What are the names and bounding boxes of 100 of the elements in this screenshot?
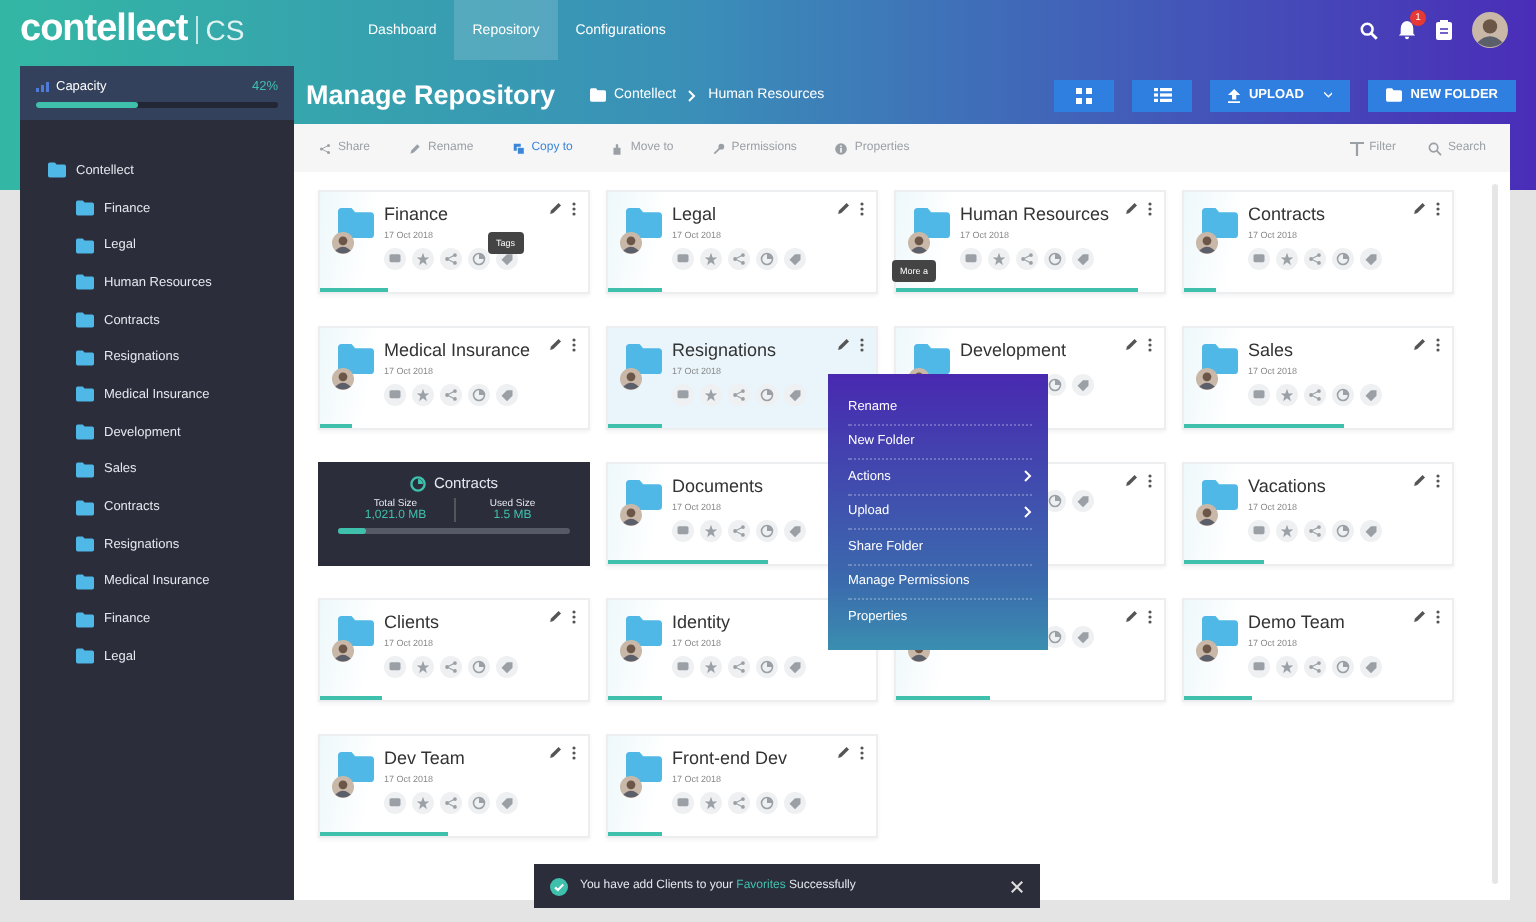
check-icon [550, 877, 568, 895]
pencil-icon[interactable] [1414, 610, 1426, 622]
share-icon[interactable] [440, 656, 462, 678]
share-icon[interactable] [1016, 248, 1038, 270]
avatar-icon [1196, 368, 1218, 390]
folder-name: Sales [1248, 340, 1296, 360]
page-title: Manage Repository [306, 80, 558, 110]
share-icon[interactable] [1304, 384, 1326, 406]
folder-icon [338, 752, 374, 782]
star-icon[interactable] [700, 792, 722, 814]
star-icon[interactable] [700, 656, 722, 678]
folder-name: Development [960, 340, 1069, 360]
list-view-button[interactable] [1132, 79, 1193, 111]
pencil-icon [408, 141, 423, 155]
search-icon[interactable] [1360, 21, 1378, 39]
chevron-icon [688, 89, 697, 101]
share-icon[interactable] [728, 656, 750, 678]
star-icon[interactable] [1276, 656, 1298, 678]
comment-icon[interactable] [672, 520, 694, 542]
folder-icon [76, 573, 94, 590]
star-icon[interactable] [700, 384, 722, 406]
pencil-icon[interactable] [838, 746, 850, 758]
comment-icon[interactable] [1248, 384, 1270, 406]
avatar-icon [1196, 232, 1218, 254]
avatar-icon [332, 640, 354, 662]
share-icon[interactable] [1304, 248, 1326, 270]
avatar-icon [1196, 504, 1218, 526]
star-icon[interactable] [412, 656, 434, 678]
pencil-icon[interactable] [1126, 338, 1138, 350]
share-icon[interactable] [440, 248, 462, 270]
folder-icon [1202, 480, 1238, 510]
star-icon[interactable] [412, 384, 434, 406]
folder-name: Documents [672, 476, 766, 496]
avatar-icon [1196, 640, 1218, 662]
avatar-icon [332, 368, 354, 390]
star-icon[interactable] [700, 520, 722, 542]
avatar-icon [332, 232, 354, 254]
folder-name: Identity [672, 612, 733, 632]
share-icon[interactable] [1304, 656, 1326, 678]
star-icon[interactable] [1276, 384, 1298, 406]
star-icon[interactable] [412, 248, 434, 270]
pencil-icon[interactable] [1126, 474, 1138, 486]
pencil-icon[interactable] [550, 338, 562, 350]
comment-icon[interactable] [672, 792, 694, 814]
star-icon[interactable] [1276, 520, 1298, 542]
folder-name: Finance [384, 204, 451, 224]
star-icon[interactable] [1276, 248, 1298, 270]
pencil-icon[interactable] [1414, 202, 1426, 214]
pencil-icon[interactable] [1126, 610, 1138, 622]
grid-view-button[interactable] [1054, 79, 1115, 111]
share-icon[interactable] [728, 248, 750, 270]
share-icon[interactable] [728, 792, 750, 814]
folder-icon [338, 344, 374, 374]
comment-icon[interactable] [960, 248, 982, 270]
share-icon[interactable] [440, 792, 462, 814]
avatar-icon [908, 232, 930, 254]
comment-icon[interactable] [384, 384, 406, 406]
pencil-icon[interactable] [1126, 202, 1138, 214]
pencil-icon[interactable] [838, 202, 850, 214]
share-icon[interactable] [728, 520, 750, 542]
folder-icon [76, 237, 94, 254]
avatar-icon [620, 232, 642, 254]
comment-icon[interactable] [384, 792, 406, 814]
pie-chart-icon [409, 475, 426, 491]
folder-icon [914, 208, 950, 238]
star-icon[interactable] [700, 248, 722, 270]
pencil-icon[interactable] [838, 338, 850, 350]
clipboard-icon[interactable] [1436, 20, 1452, 40]
folder-icon [76, 274, 94, 291]
grid-icon [1076, 87, 1093, 103]
avatar-icon [332, 776, 354, 798]
star-icon[interactable] [988, 248, 1010, 270]
filter-icon [1349, 141, 1364, 155]
folder-icon [76, 200, 94, 217]
share-icon[interactable] [1304, 520, 1326, 542]
share-icon[interactable] [728, 384, 750, 406]
pencil-icon[interactable] [550, 202, 562, 214]
comment-icon[interactable] [1248, 248, 1270, 270]
comment-icon[interactable] [672, 384, 694, 406]
pencil-icon[interactable] [550, 746, 562, 758]
folder-name: Clients [384, 612, 442, 632]
share-icon[interactable] [440, 384, 462, 406]
comment-icon[interactable] [672, 248, 694, 270]
comment-icon[interactable] [672, 656, 694, 678]
comment-icon[interactable] [384, 656, 406, 678]
pencil-icon[interactable] [1414, 474, 1426, 486]
bar-chart-icon [36, 82, 50, 92]
avatar-icon [1472, 12, 1508, 48]
close-icon[interactable] [1010, 879, 1024, 893]
pencil-icon[interactable] [550, 610, 562, 622]
star-icon[interactable] [412, 792, 434, 814]
folder-icon [76, 461, 94, 478]
comment-icon[interactable] [1248, 520, 1270, 542]
comment-icon[interactable] [384, 248, 406, 270]
pencil-icon[interactable] [1414, 338, 1426, 350]
product-name: CS [195, 16, 245, 44]
avatar-icon [620, 640, 642, 662]
folder-name: Medical Insurance [384, 340, 533, 360]
comment-icon[interactable] [1248, 656, 1270, 678]
bell-icon[interactable] [1398, 20, 1416, 40]
